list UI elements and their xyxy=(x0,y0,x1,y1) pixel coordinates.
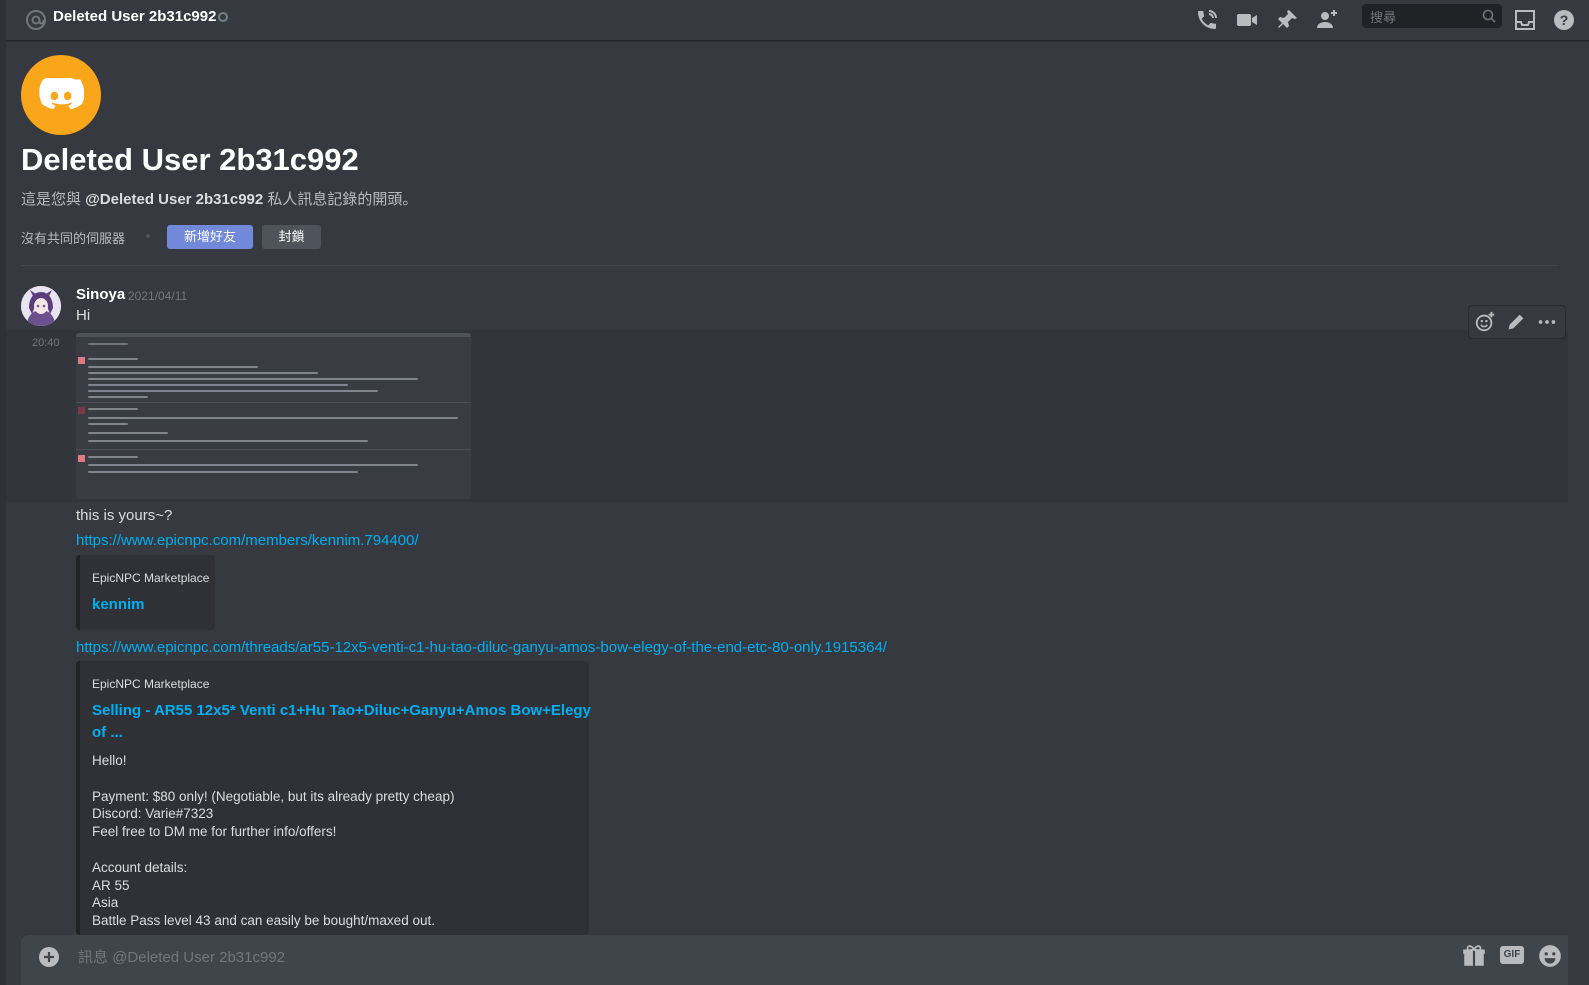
discord-logo-icon xyxy=(39,78,84,110)
upload-plus-icon[interactable] xyxy=(37,945,61,969)
offline-status-icon xyxy=(218,12,228,22)
pin-icon[interactable] xyxy=(1275,8,1299,32)
author-avatar[interactable] xyxy=(21,286,61,326)
search-icon xyxy=(1482,9,1496,23)
message-composer: GIF xyxy=(21,935,1568,985)
image-attachment[interactable] xyxy=(76,333,471,499)
embed-provider: EpicNPC Marketplace xyxy=(92,571,210,585)
message-link[interactable]: https://www.epicnpc.com/members/kennim.7… xyxy=(76,532,419,549)
embed-provider: EpicNPC Marketplace xyxy=(92,677,210,691)
search-input[interactable] xyxy=(1368,7,1482,27)
message-timestamp: 2021/04/11 xyxy=(128,289,188,303)
gift-icon[interactable] xyxy=(1461,943,1487,969)
link-embed: EpicNPC Marketplace kennim xyxy=(76,555,215,630)
embed-description: Hello! Payment: $80 only! (Negotiable, b… xyxy=(92,753,455,929)
hover-timestamp: 20:40 xyxy=(32,337,60,349)
video-call-icon[interactable] xyxy=(1235,8,1259,32)
message-link[interactable]: https://www.epicnpc.com/threads/ar55-12x… xyxy=(76,639,887,656)
embed-title[interactable]: kennim xyxy=(92,594,145,615)
voice-call-icon[interactable] xyxy=(1195,8,1219,32)
embed-title-continued[interactable]: of ... xyxy=(92,722,123,743)
separator-dot xyxy=(146,234,150,238)
divider xyxy=(21,265,1559,266)
help-icon[interactable]: ? xyxy=(1552,8,1576,32)
mutual-servers-text: 沒有共同的伺服器 xyxy=(21,231,126,246)
search-box[interactable] xyxy=(1362,4,1502,28)
user-avatar xyxy=(21,55,101,135)
link-embed: EpicNPC Marketplace Selling - AR55 12x5*… xyxy=(76,661,591,935)
message-text: Hi xyxy=(76,307,91,324)
message-author[interactable]: Sinoya xyxy=(76,286,125,303)
add-friend-button[interactable]: 新增好友 xyxy=(167,225,253,249)
svg-text:?: ? xyxy=(1560,12,1569,28)
embed-title[interactable]: Selling - AR55 12x5* Venti c1+Hu Tao+Dil… xyxy=(92,700,591,721)
more-options-icon[interactable] xyxy=(1535,310,1559,334)
dm-title: Deleted User 2b31c992 xyxy=(53,8,217,25)
welcome-description: 這是您與 @Deleted User 2b31c992 私人訊息記錄的開頭。 xyxy=(21,191,418,208)
message-input[interactable] xyxy=(76,945,1380,969)
edit-icon[interactable] xyxy=(1504,310,1528,334)
inbox-icon[interactable] xyxy=(1513,8,1537,32)
add-friend-to-dm-icon[interactable] xyxy=(1315,8,1339,32)
block-button[interactable]: 封鎖 xyxy=(262,225,321,249)
add-reaction-icon[interactable] xyxy=(1473,310,1497,334)
gif-button[interactable]: GIF xyxy=(1500,946,1524,964)
emoji-icon[interactable] xyxy=(1537,943,1563,969)
channel-header: Deleted User 2b31c992 ? xyxy=(6,0,1589,41)
message-text: this is yours~? xyxy=(76,507,173,524)
welcome-username: Deleted User 2b31c992 xyxy=(21,142,359,177)
message-action-bar xyxy=(1468,305,1566,339)
at-sign-icon xyxy=(24,8,48,32)
mention: @Deleted User 2b31c992 xyxy=(85,191,264,208)
